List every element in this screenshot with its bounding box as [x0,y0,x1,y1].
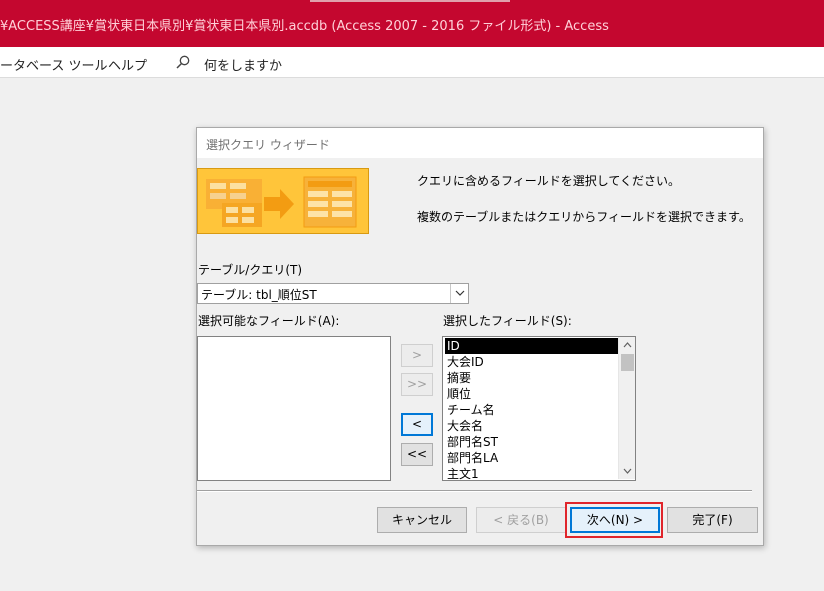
list-item[interactable]: 部門名LA [445,450,498,466]
select-query-wizard-dialog: 選択クエリ ウィザード クエリに含めるフィールドを選択してください。 複数のテー… [196,127,764,546]
list-item[interactable]: 主文1 [445,466,479,480]
next-button-highlight [565,502,663,538]
window-title: ¥ACCESS講座¥賞状東日本県別¥賞状東日本県別.accdb (Access … [0,19,609,34]
dialog-title: 選択クエリ ウィザード [206,138,330,152]
add-all-fields-button[interactable]: >> [401,373,433,396]
chevron-up-icon[interactable] [619,337,636,353]
selected-fields-list[interactable]: ID 大会ID 摘要 順位 チーム名 大会名 部門名ST 部門名LA 主文1 [442,336,636,481]
list-item[interactable]: 摘要 [445,370,471,386]
chevron-down-icon[interactable] [619,463,636,479]
titlebar-accent [310,0,510,2]
back-button[interactable]: < 戻る(B) [476,507,566,533]
wizard-illustration [197,168,369,234]
table-query-select[interactable]: テーブル: tbl_順位ST [197,283,469,304]
finish-button[interactable]: 完了(F) [667,507,758,533]
remove-field-button[interactable]: < [401,413,433,436]
dialog-titlebar: 選択クエリ ウィザード [197,128,763,158]
list-item[interactable]: 部門名ST [445,434,498,450]
selected-fields-label: 選択したフィールド(S): [443,314,572,328]
dialog-separator [197,490,752,492]
list-item[interactable]: 順位 [445,386,471,402]
cancel-button[interactable]: キャンセル [377,507,467,533]
table-query-label: テーブル/クエリ(T) [198,263,303,277]
list-item[interactable]: チーム名 [445,402,495,418]
scrollbar-thumb[interactable] [621,354,634,371]
list-item[interactable]: 大会ID [445,354,484,370]
window-titlebar: ¥ACCESS講座¥賞状東日本県別¥賞状東日本県別.accdb (Access … [0,0,824,47]
selected-fields-scrollbar[interactable] [618,337,635,479]
add-field-button[interactable]: > [401,344,433,367]
tab-database-tools[interactable]: ータベース ツール [0,55,107,74]
chevron-down-icon[interactable] [450,284,468,303]
list-item[interactable]: ID [445,338,619,354]
tab-help[interactable]: ヘルプ [108,55,147,74]
available-fields-list[interactable] [197,336,391,481]
ribbon-tabs: ータベース ツール ヘルプ 何をしますか [0,47,824,78]
available-fields-label: 選択可能なフィールド(A): [198,314,340,328]
table-query-value: テーブル: tbl_順位ST [201,288,317,302]
search-icon[interactable] [175,54,191,70]
remove-all-fields-button[interactable]: << [401,443,433,466]
instruction-multiple-tables: 複数のテーブルまたはクエリからフィールドを選択できます。 [417,210,751,224]
tell-me-search[interactable]: 何をしますか [204,55,282,74]
instruction-include-fields: クエリに含めるフィールドを選択してください。 [417,174,681,188]
list-item[interactable]: 大会名 [445,418,483,434]
